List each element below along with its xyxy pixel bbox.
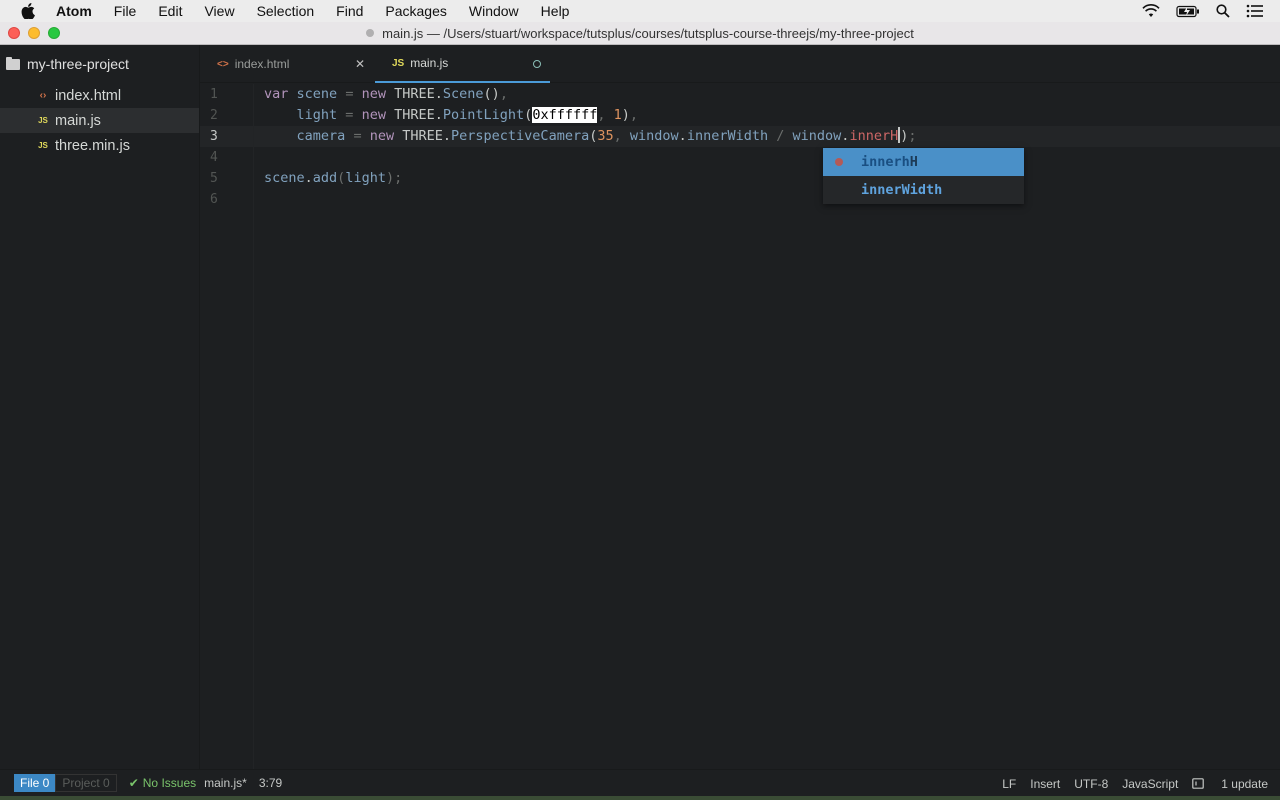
code-editor[interactable]: 1 2 3 4 5 6 var scene = new THREE.Scene(… bbox=[200, 84, 1280, 769]
autocomplete-item[interactable]: inner Width bbox=[823, 176, 1024, 204]
code-line-5: scene.add(light); bbox=[264, 170, 403, 186]
code-line-1: var scene = new THREE.Scene(), bbox=[264, 86, 508, 102]
battery-icon[interactable] bbox=[1176, 5, 1200, 18]
autocomplete-item[interactable]: innerh H bbox=[823, 148, 1024, 176]
menu-view[interactable]: View bbox=[204, 3, 234, 19]
line-number: 4 bbox=[210, 150, 218, 165]
line-number: 6 bbox=[210, 192, 218, 207]
status-bar: File 0 Project 0 ✔ No Issues main.js* 3:… bbox=[0, 769, 1280, 796]
status-grammar[interactable]: JavaScript bbox=[1122, 777, 1178, 791]
status-updates[interactable]: 1 update bbox=[1192, 777, 1268, 791]
autocomplete-popup: innerh H inner Width bbox=[823, 148, 1024, 204]
maximize-window-button[interactable] bbox=[48, 27, 60, 39]
autocomplete-match: innerh bbox=[861, 154, 910, 170]
status-updates-label: 1 update bbox=[1221, 776, 1268, 791]
code-line-3: camera = new THREE.PerspectiveCamera(35,… bbox=[254, 126, 1280, 147]
line-number-gutter: 1 2 3 4 5 6 bbox=[200, 84, 254, 769]
modified-indicator-icon[interactable] bbox=[533, 60, 541, 68]
variable-type-icon bbox=[835, 158, 843, 166]
status-filename[interactable]: main.js* bbox=[204, 776, 247, 790]
line-number: 5 bbox=[210, 171, 218, 186]
status-line-ending[interactable]: LF bbox=[1002, 777, 1016, 791]
menu-selection[interactable]: Selection bbox=[257, 3, 315, 19]
menu-bar: Atom File Edit View Selection Find Packa… bbox=[0, 0, 1280, 22]
spotlight-search-icon[interactable] bbox=[1216, 4, 1230, 18]
tree-file-label: index.html bbox=[55, 87, 122, 104]
status-cursor-position[interactable]: 3:79 bbox=[259, 776, 282, 790]
tree-root-folder[interactable]: my-three-project bbox=[0, 45, 199, 83]
tree-file-three-min-js[interactable]: JS three.min.js bbox=[0, 133, 199, 158]
dock-edge bbox=[0, 796, 1280, 800]
line-number-current: 3 bbox=[200, 126, 253, 147]
tree-view: my-three-project ‹› index.html JS main.j… bbox=[0, 45, 200, 769]
linter-project-tab[interactable]: Project 0 bbox=[55, 774, 117, 792]
status-encoding[interactable]: UTF-8 bbox=[1074, 777, 1108, 791]
window-title: main.js — /Users/stuart/workspace/tutspl… bbox=[382, 25, 914, 41]
tree-file-label: three.min.js bbox=[55, 137, 130, 154]
js-icon: JS bbox=[392, 57, 405, 69]
autocomplete-match: inner bbox=[861, 182, 902, 198]
window-titlebar: main.js — /Users/stuart/workspace/tutspl… bbox=[0, 22, 1280, 45]
menubar-status-area bbox=[1142, 0, 1280, 22]
menu-help[interactable]: Help bbox=[541, 3, 570, 19]
linter-file-tab[interactable]: File 0 bbox=[14, 774, 56, 792]
linter-status-label: No Issues bbox=[142, 776, 197, 790]
menu-file[interactable]: File bbox=[114, 3, 137, 19]
line-number: 2 bbox=[210, 108, 218, 123]
tab-bar: <> index.html ✕ JS main.js bbox=[200, 45, 1280, 83]
apple-icon[interactable] bbox=[20, 3, 36, 19]
js-icon: JS bbox=[38, 141, 48, 150]
line-number: 1 bbox=[210, 87, 218, 102]
menu-app-atom[interactable]: Atom bbox=[56, 3, 92, 19]
code-line-2: light = new THREE.PointLight(0xffffff, 1… bbox=[296, 107, 639, 123]
close-tab-icon[interactable]: ✕ bbox=[355, 57, 365, 71]
tab-index-html[interactable]: <> index.html ✕ bbox=[200, 45, 375, 83]
tree-file-main-js[interactable]: JS main.js bbox=[0, 108, 199, 133]
folder-icon bbox=[6, 56, 20, 70]
html-icon: <> bbox=[217, 58, 229, 70]
notification-center-icon[interactable] bbox=[1246, 4, 1264, 18]
close-window-button[interactable] bbox=[8, 27, 20, 39]
menu-find[interactable]: Find bbox=[336, 3, 363, 19]
wifi-icon[interactable] bbox=[1142, 4, 1160, 18]
status-mode[interactable]: Insert bbox=[1030, 777, 1060, 791]
tab-label: main.js bbox=[410, 56, 449, 70]
code-lines: var scene = new THREE.Scene(), light = n… bbox=[254, 84, 1280, 210]
linter-status[interactable]: ✔ No Issues bbox=[129, 776, 196, 790]
tab-label: index.html bbox=[234, 57, 290, 71]
tree-file-label: main.js bbox=[55, 112, 101, 129]
tree-root-label: my-three-project bbox=[27, 56, 129, 72]
js-icon: JS bbox=[38, 116, 48, 125]
menu-window[interactable]: Window bbox=[469, 3, 519, 19]
autocomplete-rest: Width bbox=[901, 182, 943, 198]
menu-edit[interactable]: Edit bbox=[158, 3, 182, 19]
menu-packages[interactable]: Packages bbox=[385, 3, 446, 19]
minimize-window-button[interactable] bbox=[28, 27, 40, 39]
tab-main-js[interactable]: JS main.js bbox=[375, 45, 550, 83]
tree-file-index-html[interactable]: ‹› index.html bbox=[0, 83, 199, 108]
html-icon: ‹› bbox=[39, 90, 47, 101]
package-update-icon bbox=[1192, 777, 1205, 789]
autocomplete-rest: H bbox=[909, 154, 918, 170]
document-proxy-icon bbox=[366, 29, 375, 37]
window-controls bbox=[8, 27, 68, 39]
check-icon: ✔ bbox=[128, 776, 139, 790]
